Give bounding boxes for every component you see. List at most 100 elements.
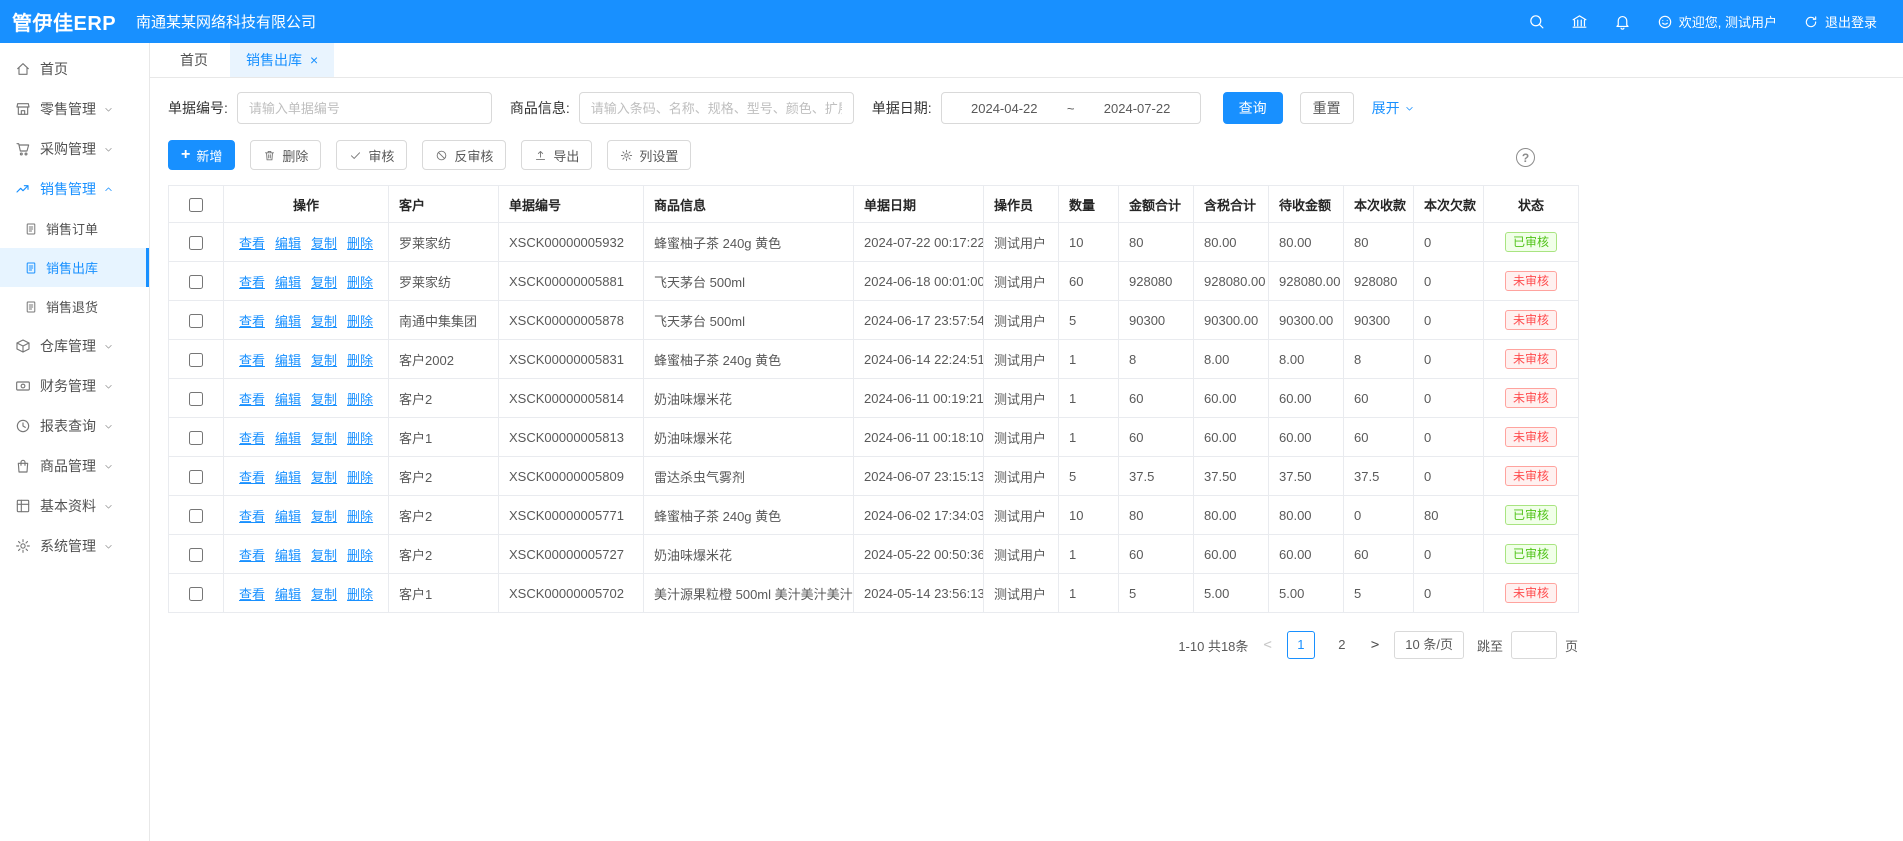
view-link[interactable]: 查看	[239, 392, 265, 407]
debt-cell: 0	[1414, 574, 1484, 613]
sidebar-item-finance-mgmt[interactable]: 财务管理	[0, 366, 149, 406]
copy-link[interactable]: 复制	[311, 548, 337, 563]
close-icon[interactable]: ×	[310, 53, 318, 67]
next-page-button[interactable]: >	[1369, 637, 1381, 653]
view-link[interactable]: 查看	[239, 509, 265, 524]
audit-button[interactable]: 审核	[336, 140, 407, 170]
jump-page-input[interactable]	[1511, 631, 1557, 659]
row-checkbox[interactable]	[189, 314, 203, 328]
page-2-button[interactable]: 2	[1328, 631, 1356, 659]
edit-link[interactable]: 编辑	[275, 548, 301, 563]
edit-link[interactable]: 编辑	[275, 236, 301, 251]
expand-filters-link[interactable]: 展开	[1372, 98, 1415, 118]
tab-home[interactable]: 首页	[164, 43, 224, 77]
edit-link[interactable]: 编辑	[275, 509, 301, 524]
copy-link[interactable]: 复制	[311, 587, 337, 602]
sidebar-item-label: 商品管理	[40, 456, 96, 476]
delete-link[interactable]: 删除	[347, 392, 373, 407]
delete-link[interactable]: 删除	[347, 548, 373, 563]
sidebar-item-sales-order[interactable]: 销售订单	[0, 209, 149, 248]
sidebar-item-report-query[interactable]: 报表查询	[0, 406, 149, 446]
sidebar-item-home[interactable]: 首页	[0, 49, 149, 89]
bell-icon[interactable]	[1614, 13, 1631, 30]
product-cell: 奶油味爆米花	[644, 379, 854, 418]
select-all-checkbox[interactable]	[189, 198, 203, 212]
delete-link[interactable]: 删除	[347, 470, 373, 485]
edit-link[interactable]: 编辑	[275, 587, 301, 602]
row-checkbox[interactable]	[189, 353, 203, 367]
doc-no-cell: XSCK00000005831	[499, 340, 644, 379]
search-icon[interactable]	[1528, 13, 1545, 30]
delete-link[interactable]: 删除	[347, 587, 373, 602]
edit-link[interactable]: 编辑	[275, 353, 301, 368]
view-link[interactable]: 查看	[239, 314, 265, 329]
delete-link[interactable]: 删除	[347, 236, 373, 251]
copy-link[interactable]: 复制	[311, 470, 337, 485]
date-range-picker[interactable]: 2024-04-22 ~ 2024-07-22	[941, 92, 1201, 124]
date-cell: 2024-06-07 23:15:13	[854, 457, 984, 496]
edit-link[interactable]: 编辑	[275, 392, 301, 407]
view-link[interactable]: 查看	[239, 431, 265, 446]
sidebar-item-product-mgmt[interactable]: 商品管理	[0, 446, 149, 486]
sidebar-item-retail-mgmt[interactable]: 零售管理	[0, 89, 149, 129]
sidebar-item-sales-outbound[interactable]: 销售出库	[0, 248, 149, 287]
view-link[interactable]: 查看	[239, 275, 265, 290]
copy-link[interactable]: 复制	[311, 353, 337, 368]
copy-link[interactable]: 复制	[311, 275, 337, 290]
actions-cell: 查看编辑复制删除	[224, 301, 389, 340]
sidebar-item-sales-mgmt[interactable]: 销售管理	[0, 169, 149, 209]
reset-button[interactable]: 重置	[1300, 92, 1354, 124]
row-checkbox[interactable]	[189, 392, 203, 406]
row-checkbox[interactable]	[189, 236, 203, 250]
status-badge: 未审核	[1505, 466, 1557, 486]
delete-link[interactable]: 删除	[347, 353, 373, 368]
view-link[interactable]: 查看	[239, 353, 265, 368]
view-link[interactable]: 查看	[239, 587, 265, 602]
edit-link[interactable]: 编辑	[275, 431, 301, 446]
logout-button[interactable]: 退出登录	[1803, 12, 1877, 31]
copy-link[interactable]: 复制	[311, 509, 337, 524]
edit-link[interactable]: 编辑	[275, 314, 301, 329]
export-button[interactable]: 导出	[521, 140, 592, 170]
delete-link[interactable]: 删除	[347, 314, 373, 329]
row-checkbox[interactable]	[189, 470, 203, 484]
add-button[interactable]: + 新增	[168, 140, 235, 170]
receivable-cell: 37.50	[1269, 457, 1344, 496]
prev-page-button[interactable]: <	[1261, 637, 1273, 653]
edit-link[interactable]: 编辑	[275, 275, 301, 290]
column-settings-button[interactable]: 列设置	[607, 140, 691, 170]
row-checkbox[interactable]	[189, 431, 203, 445]
product-info-input[interactable]	[579, 92, 854, 124]
sidebar-item-warehouse-mgmt[interactable]: 仓库管理	[0, 326, 149, 366]
sidebar-item-basic-data[interactable]: 基本资料	[0, 486, 149, 526]
delete-link[interactable]: 删除	[347, 431, 373, 446]
delete-link[interactable]: 删除	[347, 509, 373, 524]
row-checkbox[interactable]	[189, 275, 203, 289]
sidebar-item-system-mgmt[interactable]: 系统管理	[0, 526, 149, 566]
view-link[interactable]: 查看	[239, 470, 265, 485]
page-1-button[interactable]: 1	[1287, 631, 1315, 659]
row-checkbox[interactable]	[189, 509, 203, 523]
delete-button[interactable]: 删除	[250, 140, 321, 170]
row-checkbox[interactable]	[189, 587, 203, 601]
table-row: 查看编辑复制删除 客户2 XSCK00000005771 蜂蜜柚子茶 240g …	[169, 496, 1579, 535]
edit-link[interactable]: 编辑	[275, 470, 301, 485]
view-link[interactable]: 查看	[239, 236, 265, 251]
copy-link[interactable]: 复制	[311, 392, 337, 407]
tab-sales-outbound[interactable]: 销售出库 ×	[230, 43, 334, 77]
delete-link[interactable]: 删除	[347, 275, 373, 290]
unaudit-button[interactable]: 反审核	[422, 140, 506, 170]
copy-link[interactable]: 复制	[311, 236, 337, 251]
page-size-select[interactable]: 10 条/页	[1394, 631, 1464, 659]
user-welcome[interactable]: 欢迎您, 测试用户	[1657, 12, 1777, 31]
view-link[interactable]: 查看	[239, 548, 265, 563]
sidebar-item-purchase-mgmt[interactable]: 采购管理	[0, 129, 149, 169]
home-building-icon[interactable]	[1571, 13, 1588, 30]
help-icon[interactable]: ?	[1516, 148, 1535, 167]
doc-no-input[interactable]	[237, 92, 492, 124]
copy-link[interactable]: 复制	[311, 314, 337, 329]
sidebar-item-sales-return[interactable]: 销售退货	[0, 287, 149, 326]
copy-link[interactable]: 复制	[311, 431, 337, 446]
search-button[interactable]: 查询	[1223, 92, 1283, 124]
row-checkbox[interactable]	[189, 548, 203, 562]
